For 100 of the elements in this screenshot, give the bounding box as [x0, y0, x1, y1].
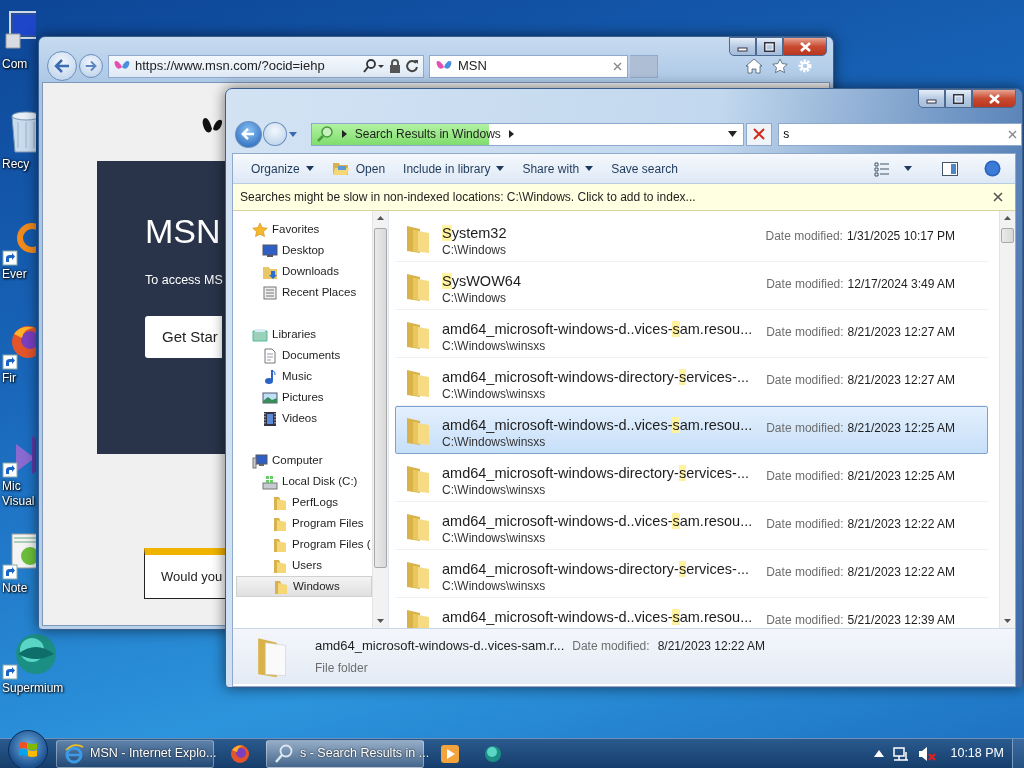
nav-item[interactable]: Videos [236, 408, 372, 429]
clock[interactable]: 10:18 PM [944, 744, 1012, 763]
date-label: Date modified: [766, 516, 844, 533]
search-icon[interactable] [363, 59, 385, 73]
result-row[interactable]: amd64_microsoft-windows-d..vices-sam.resou... C:\Windows\winsxs Date modified: 8/21/2023 12:22 AM [395, 502, 988, 550]
forward-button[interactable] [79, 54, 103, 78]
nav-item[interactable]: Libraries [236, 324, 372, 345]
maximize-button[interactable] [945, 89, 972, 108]
film-icon [262, 410, 278, 427]
close-icon[interactable] [993, 192, 1003, 202]
notepad-icon[interactable] [2, 532, 36, 580]
minimize-button[interactable] [729, 37, 756, 56]
clear-icon[interactable] [1008, 129, 1017, 139]
close-tab-icon[interactable] [613, 61, 622, 71]
nav-item[interactable]: Music [236, 366, 372, 387]
file-location: C:\Windows\winsxs [442, 578, 547, 594]
search-box[interactable]: s [778, 122, 1022, 146]
toolbar-button[interactable]: Organize [243, 156, 322, 181]
back-button[interactable] [235, 120, 262, 148]
library-icon [252, 326, 268, 343]
start-button[interactable] [8, 729, 48, 768]
home-icon[interactable] [745, 58, 763, 74]
result-row[interactable]: amd64_microsoft-windows-d..vices-sam.resou... C:\Windows\winsxs Date modified: 8/21/2023 12:27 AM [395, 310, 988, 358]
stop-button[interactable] [746, 122, 773, 146]
nav-item[interactable]: Pictures [236, 387, 372, 408]
desktop-icon-label[interactable]: Mic Visual [2, 479, 35, 509]
desktop-icon-label[interactable]: Com [2, 57, 28, 72]
minimize-button[interactable] [918, 89, 945, 108]
date-value: 8/21/2023 12:25 AM [847, 468, 955, 485]
file-name[interactable]: System32 [442, 225, 766, 242]
browser-tab[interactable]: MSN [429, 54, 628, 78]
nav-item[interactable]: PerfLogs [236, 492, 372, 513]
desktop-icon-label[interactable]: Note [2, 581, 28, 596]
nav-item[interactable]: Windows [236, 576, 372, 597]
scrollbar-thumb[interactable] [374, 228, 387, 568]
get-started-button[interactable]: Get Star [145, 315, 222, 358]
result-row[interactable]: SysWOW64 C:\Windows Date modified: 12/17/2024 3:49 AM [395, 262, 988, 310]
folder-icon [273, 578, 289, 595]
nav-item[interactable]: Favorites [236, 219, 372, 240]
nav-item[interactable]: Program Files [236, 513, 372, 534]
caret-icon [585, 166, 594, 171]
show-hidden-icons-icon[interactable] [874, 750, 885, 757]
nav-item[interactable]: Local Disk (C:) [236, 471, 372, 492]
list-view-icon [874, 160, 890, 177]
nav-item[interactable]: Computer [236, 450, 372, 471]
date-value: 12/17/2024 3:49 AM [847, 276, 955, 293]
document-icon [262, 347, 278, 364]
taskbar-button[interactable]: MSN - Internet Explo... [56, 739, 214, 768]
nav-item[interactable]: Recent Places [236, 282, 372, 303]
nav-item[interactable]: Desktop [236, 240, 372, 261]
forward-button[interactable] [262, 122, 287, 146]
scroll-down-arrow-icon[interactable] [377, 619, 384, 623]
toolbar-button[interactable]: Open [323, 156, 394, 181]
result-row[interactable]: System32 C:\Windows Date modified: 1/31/2025 10:17 PM [395, 214, 988, 262]
volume-muted-icon[interactable] [918, 745, 937, 762]
star-icon[interactable] [771, 58, 789, 74]
desktop-icon-label[interactable]: Ever [2, 267, 27, 282]
result-row[interactable]: amd64_microsoft-windows-d..vices-sam.resou... C:\Windows\winsxs Date modified: 8/21/2023 12:25 AM [395, 406, 988, 454]
toolbar-button[interactable]: Include in library [395, 156, 513, 181]
result-row[interactable]: amd64_microsoft-windows-directory-services-... C:\Windows\winsxs Date modified: 8/21/2023 12:22 AM [395, 550, 988, 598]
address-bar[interactable]: https://www.msn.com/?ocid=iehp [108, 54, 424, 78]
scroll-up-arrow-icon[interactable] [1004, 216, 1011, 220]
toolbar-button[interactable]: Save search [603, 156, 686, 181]
chevron-icon [508, 130, 514, 138]
desktop-icon-label[interactable]: Fir [2, 371, 16, 386]
maximize-button[interactable] [756, 37, 783, 56]
file-location: C:\Windows\winsxs [442, 434, 547, 450]
date-value: 1/31/2025 10:17 PM [846, 228, 955, 245]
nav-item[interactable]: Users [236, 555, 372, 576]
scrollbar-thumb[interactable] [1001, 228, 1014, 243]
nav-item[interactable]: Documents [236, 345, 372, 366]
file-name[interactable]: amd64_microsoft-windows-directory-services-... [442, 465, 767, 482]
file-name[interactable]: amd64_microsoft-windows-directory-services-... [442, 369, 767, 386]
scrollbar[interactable] [372, 211, 388, 628]
dropdown-caret-icon[interactable] [728, 131, 738, 137]
back-arrow-icon [54, 59, 70, 73]
file-name[interactable]: SysWOW64 [442, 273, 767, 290]
desktop-icon-label[interactable]: Supermium [2, 681, 64, 696]
scroll-down-arrow-icon[interactable] [1004, 619, 1011, 623]
picture-icon [262, 389, 278, 406]
date-value: 8/21/2023 12:25 AM [847, 420, 955, 437]
close-button[interactable] [783, 37, 827, 56]
globe-icon [230, 743, 250, 764]
refresh-icon[interactable] [405, 59, 419, 73]
file-name[interactable]: amd64_microsoft-windows-d..vices-sam.resou... [442, 609, 767, 626]
scroll-up-arrow-icon[interactable] [377, 216, 384, 220]
network-icon[interactable] [892, 745, 911, 762]
scrollbar[interactable] [999, 211, 1015, 628]
file-name[interactable]: amd64_microsoft-windows-d..vices-sam.resou... [442, 513, 767, 530]
file-name[interactable]: amd64_microsoft-windows-d..vices-sam.resou... [442, 321, 767, 338]
file-name[interactable]: amd64_microsoft-windows-d..vices-sam.resou... [442, 417, 767, 434]
result-row[interactable]: amd64_microsoft-windows-directory-services-... C:\Windows\winsxs Date modified: 8/21/2023 12:25 AM [395, 454, 988, 502]
nav-item[interactable]: Downloads [236, 261, 372, 282]
back-button[interactable] [47, 51, 77, 81]
close-button[interactable] [972, 89, 1016, 108]
desktop-icon-label[interactable]: Recy [2, 157, 30, 172]
toolbar-button[interactable]: Share with [514, 156, 602, 181]
search-field[interactable]: s [783, 125, 1008, 143]
show-desktop-button[interactable] [1012, 738, 1024, 768]
file-location: C:\Windows [442, 290, 507, 306]
